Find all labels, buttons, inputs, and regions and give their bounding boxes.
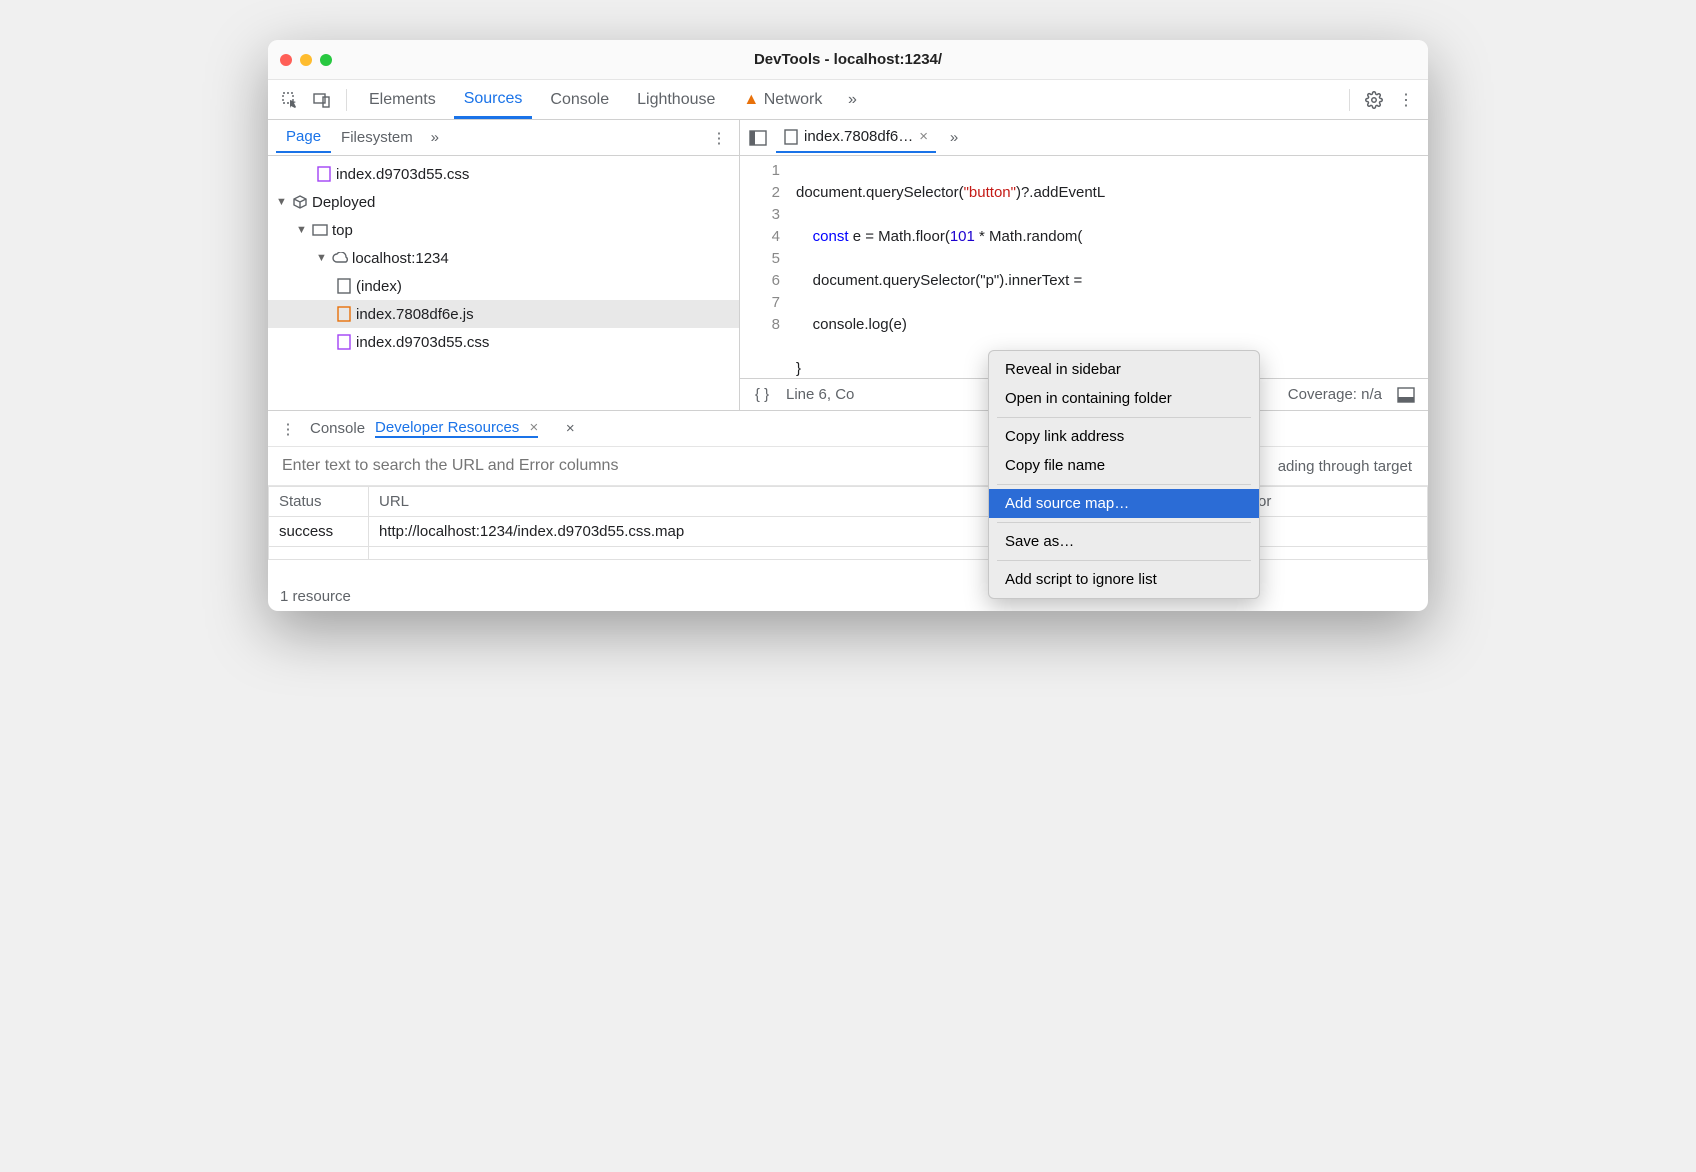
navigator-pane: Page Filesystem » ⋮ index.d9703d55.css ▼…	[268, 120, 740, 410]
subtab-page[interactable]: Page	[276, 122, 331, 153]
more-subtabs-icon[interactable]: »	[423, 126, 447, 150]
cube-icon	[292, 194, 308, 210]
tree-top[interactable]: ▼ top	[268, 216, 739, 244]
kebab-menu-icon[interactable]: ⋮	[1394, 88, 1418, 112]
main-toolbar: Elements Sources Console Lighthouse ▲ Ne…	[268, 80, 1428, 120]
subtab-filesystem[interactable]: Filesystem	[331, 123, 423, 152]
js-file-icon	[336, 306, 352, 322]
navigator-menu-icon[interactable]: ⋮	[707, 126, 731, 150]
more-tabs-icon[interactable]: »	[840, 88, 864, 112]
code-editor[interactable]: 12345678 document.querySelector("button"…	[740, 156, 1428, 378]
devtools-window: DevTools - localhost:1234/ Elements Sour…	[268, 40, 1428, 611]
code-content: document.querySelector("button")?.addEve…	[790, 156, 1428, 378]
expand-arrow-icon: ▼	[276, 196, 288, 208]
frame-icon	[312, 222, 328, 238]
menu-copy-link-address[interactable]: Copy link address	[989, 422, 1259, 451]
menu-open-containing-folder[interactable]: Open in containing folder	[989, 384, 1259, 413]
menu-add-source-map[interactable]: Add source map…	[989, 489, 1259, 518]
tree-file-css[interactable]: index.d9703d55.css	[268, 160, 739, 188]
editor-tabs: index.7808df6… × »	[740, 120, 1428, 156]
tab-lighthouse[interactable]: Lighthouse	[627, 83, 725, 117]
drawer-tab-console[interactable]: Console	[310, 420, 365, 437]
css-file-icon	[316, 166, 332, 182]
menu-reveal-in-sidebar[interactable]: Reveal in sidebar	[989, 355, 1259, 384]
device-toolbar-icon[interactable]	[310, 88, 334, 112]
menu-copy-file-name[interactable]: Copy file name	[989, 451, 1259, 480]
show-details-icon[interactable]	[1394, 383, 1418, 407]
tree-index[interactable]: (index)	[268, 272, 739, 300]
file-tree: index.d9703d55.css ▼ Deployed ▼ top ▼ lo…	[268, 156, 739, 410]
menu-save-as[interactable]: Save as…	[989, 527, 1259, 556]
titlebar: DevTools - localhost:1234/	[268, 40, 1428, 80]
tab-network[interactable]: ▲ Network	[733, 83, 832, 117]
tree-css-file[interactable]: index.d9703d55.css	[268, 328, 739, 356]
close-drawer-icon[interactable]: ×	[558, 417, 582, 441]
drawer-tab-developer-resources[interactable]: Developer Resources ×	[375, 419, 538, 438]
css-file-icon	[336, 334, 352, 350]
drawer-menu-icon[interactable]: ⋮	[276, 417, 300, 441]
expand-arrow-icon: ▼	[316, 252, 328, 264]
cursor-position: Line 6, Co	[786, 386, 854, 403]
warning-icon: ▲	[743, 91, 759, 108]
tab-console[interactable]: Console	[540, 83, 619, 117]
expand-arrow-icon: ▼	[296, 224, 308, 236]
tree-js-file[interactable]: index.7808df6e.js	[268, 300, 739, 328]
cloud-icon	[332, 250, 348, 266]
pretty-print-icon[interactable]: { }	[750, 383, 774, 407]
col-url[interactable]: URL	[369, 487, 1048, 517]
menu-add-script-ignore-list[interactable]: Add script to ignore list	[989, 565, 1259, 594]
coverage-label: Coverage: n/a	[1288, 386, 1382, 403]
navigator-subtabs: Page Filesystem » ⋮	[268, 120, 739, 156]
window-title: DevTools - localhost:1234/	[268, 51, 1428, 68]
tab-elements[interactable]: Elements	[359, 83, 446, 117]
col-status[interactable]: Status	[269, 487, 369, 517]
inspect-element-icon[interactable]	[278, 88, 302, 112]
close-drawer-tab-icon[interactable]: ×	[529, 419, 538, 436]
tab-sources[interactable]: Sources	[454, 82, 533, 119]
document-icon	[336, 278, 352, 294]
show-navigator-icon[interactable]	[746, 126, 770, 150]
tree-host[interactable]: ▼ localhost:1234	[268, 244, 739, 272]
loading-label: ading through target	[1278, 458, 1422, 475]
settings-gear-icon[interactable]	[1362, 88, 1386, 112]
context-menu: Reveal in sidebar Open in containing fol…	[988, 350, 1260, 599]
close-tab-icon[interactable]: ×	[919, 128, 928, 145]
more-editor-tabs-icon[interactable]: »	[942, 126, 966, 150]
line-gutter: 12345678	[740, 156, 790, 378]
editor-tab-file[interactable]: index.7808df6… ×	[776, 122, 936, 153]
tree-deployed[interactable]: ▼ Deployed	[268, 188, 739, 216]
js-file-icon	[784, 129, 798, 145]
